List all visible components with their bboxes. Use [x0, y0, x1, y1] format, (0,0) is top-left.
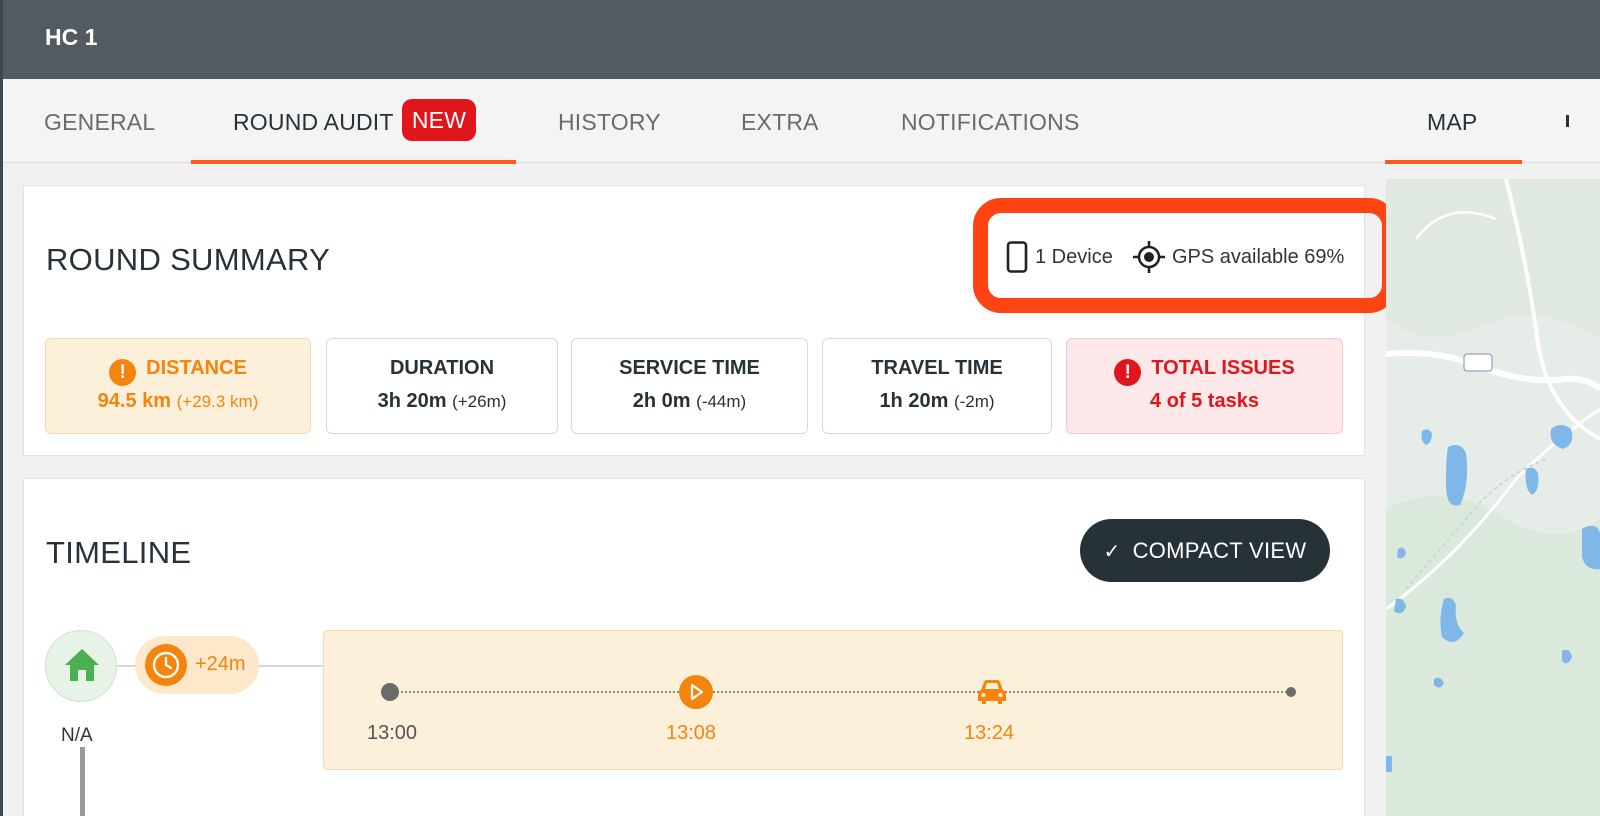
end-dot-icon — [1286, 687, 1296, 697]
map-tab-indicator — [1385, 160, 1522, 164]
stat-delta: (+26m) — [452, 392, 507, 411]
stat-total-issues: ! TOTAL ISSUES 4 of 5 tasks — [1066, 338, 1343, 434]
tab-notifications-label: NOTIFICATIONS — [901, 109, 1080, 135]
event-time: 13:24 — [964, 722, 1015, 744]
home-location-label: N/A — [61, 725, 93, 746]
timeline-connector — [117, 665, 137, 667]
check-icon: ✓ — [1103, 540, 1121, 563]
delay-value: +24m — [195, 653, 246, 675]
stat-delta: (-44m) — [696, 392, 747, 411]
timeline-title: TIMELINE — [46, 535, 192, 570]
tab-notifications[interactable]: NOTIFICATIONS — [901, 79, 1081, 163]
stat-travel-time: TRAVEL TIME 1h 20m (-2m) — [822, 338, 1052, 434]
round-summary-title: ROUND SUMMARY — [46, 242, 331, 277]
top-bar: HC 1 — [3, 0, 1600, 79]
play-icon[interactable] — [679, 675, 713, 709]
window-title: HC 1 — [45, 24, 98, 50]
highlight-annotation — [973, 198, 1397, 313]
tab-overflow-fragment — [1566, 115, 1569, 127]
map-view[interactable] — [1386, 179, 1600, 816]
compact-view-button[interactable]: ✓ COMPACT VIEW — [1080, 519, 1330, 582]
error-icon: ! — [1114, 359, 1142, 386]
stat-label: TOTAL ISSUES — [1151, 357, 1295, 379]
tab-map-label: MAP — [1427, 109, 1478, 135]
tab-bar: GENERAL ROUND AUDIT NEW HISTORY EXTRA NO… — [3, 79, 1600, 164]
event-time: 13:00 — [367, 722, 418, 744]
stat-distance: ! DISTANCE 94.5 km (+29.3 km) — [45, 338, 311, 434]
timeline-vertical-line — [80, 747, 85, 816]
stat-label: DISTANCE — [146, 357, 247, 379]
stat-value: 1h 20m — [879, 390, 949, 412]
stat-delta: (+29.3 km) — [176, 392, 259, 411]
stat-value: 4 of 5 tasks — [1150, 390, 1259, 412]
timeline-track: 13:00 13:08 13:24 — [323, 630, 1343, 770]
tab-general-label: GENERAL — [44, 109, 156, 135]
tab-general[interactable]: GENERAL — [44, 79, 156, 163]
stat-label: DURATION — [389, 357, 495, 379]
stat-value: 94.5 km — [97, 390, 172, 412]
stat-value: 3h 20m — [377, 390, 447, 412]
warning-icon: ! — [109, 359, 137, 386]
tab-round-audit-label: ROUND AUDIT — [233, 109, 394, 135]
timeline-card: TIMELINE ✓ COMPACT VIEW N/A +24m 13:00 13… — [23, 478, 1365, 816]
tab-round-audit[interactable]: ROUND AUDIT NEW — [191, 79, 516, 164]
car-icon[interactable] — [975, 677, 1009, 707]
stat-value: 2h 0m — [632, 390, 691, 412]
start-dot-icon[interactable] — [381, 683, 399, 701]
timeline-dotted-line — [390, 691, 1290, 693]
tab-history[interactable]: HISTORY — [558, 79, 663, 163]
home-node[interactable] — [45, 630, 117, 702]
compact-view-label: COMPACT VIEW — [1132, 537, 1307, 563]
new-badge: NEW — [402, 99, 476, 141]
stat-label: TRAVEL TIME — [871, 357, 1003, 379]
home-icon — [65, 649, 99, 681]
stat-service-time: SERVICE TIME 2h 0m (-44m) — [571, 338, 808, 434]
clock-icon — [145, 644, 187, 686]
tab-extra-label: EXTRA — [741, 109, 819, 135]
tab-extra[interactable]: EXTRA — [741, 79, 821, 163]
timeline-connector — [259, 665, 323, 667]
tab-history-label: HISTORY — [558, 109, 661, 135]
stat-label: SERVICE TIME — [619, 357, 760, 379]
stat-duration: DURATION 3h 20m (+26m) — [326, 338, 558, 434]
active-tab-indicator — [191, 160, 516, 164]
tab-map[interactable]: MAP — [1385, 79, 1522, 164]
delay-badge: +24m — [135, 636, 259, 694]
stat-delta: (-2m) — [953, 392, 995, 411]
event-time: 13:08 — [666, 722, 717, 744]
